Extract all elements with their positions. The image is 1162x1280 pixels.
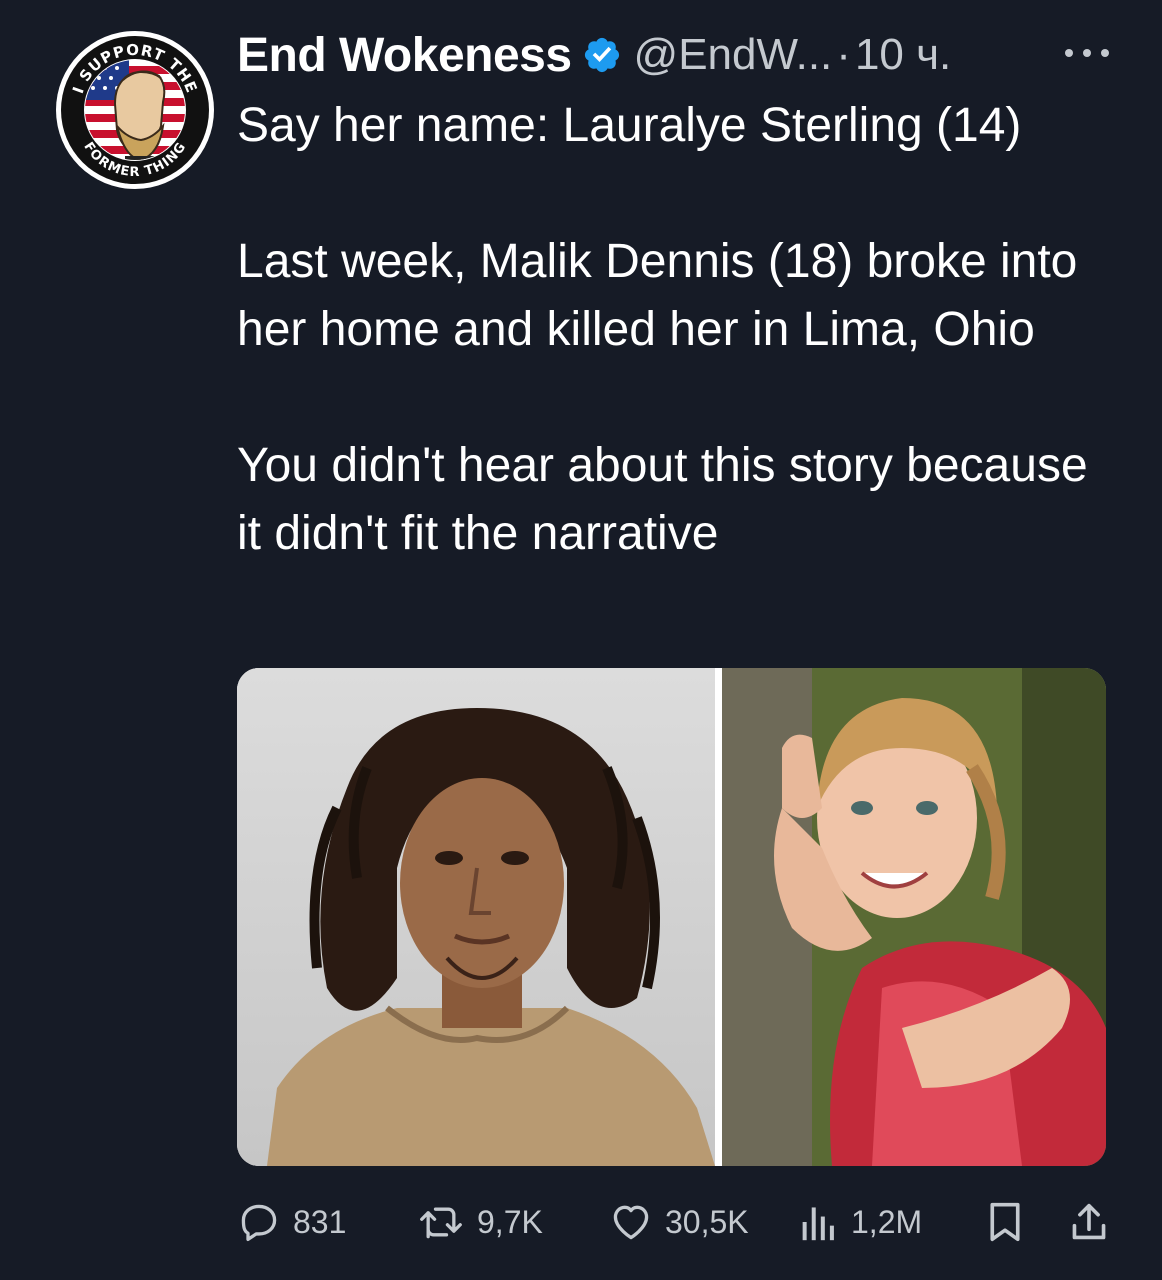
tweet-header: End Wokeness @EndW... · 10 ч. xyxy=(237,24,1117,86)
avatar[interactable]: I SUPPORT THE FORMER THING xyxy=(55,30,215,190)
chad-badge-icon: I SUPPORT THE FORMER THING xyxy=(56,31,214,189)
tweet-content: End Wokeness @EndW... · 10 ч. Say her na… xyxy=(237,24,1117,568)
views-chart-icon xyxy=(802,1207,834,1241)
tweet-text-paragraph3: You didn't hear about this story because… xyxy=(237,439,1088,560)
handle[interactable]: @EndW... xyxy=(634,30,833,80)
bookmark-icon xyxy=(990,1202,1020,1242)
share-icon xyxy=(1072,1203,1106,1240)
like-count: 30,5K xyxy=(665,1203,749,1240)
media-grid xyxy=(237,668,1106,1166)
views-button[interactable]: 1,2M xyxy=(799,1198,922,1246)
reply-icon xyxy=(241,1204,277,1242)
media-photo-1[interactable] xyxy=(237,668,715,1166)
more-options-icon[interactable] xyxy=(1057,38,1117,68)
tweet-text-line1: Say her name: Lauralye Sterling (14) xyxy=(237,99,1022,152)
portrait-photo-icon xyxy=(722,668,1106,1166)
bookmark-button[interactable] xyxy=(985,1198,1025,1246)
retweet-icon xyxy=(420,1207,462,1239)
display-name[interactable]: End Wokeness xyxy=(237,28,572,83)
reply-count: 831 xyxy=(293,1203,347,1240)
heart-icon xyxy=(613,1205,649,1240)
action-bar: 831 9,7K 30,5K 1,2M xyxy=(237,1198,1107,1246)
share-button[interactable] xyxy=(1069,1198,1109,1246)
reply-button[interactable]: 831 xyxy=(237,1198,346,1246)
mugshot-photo-icon xyxy=(237,668,715,1166)
retweet-count: 9,7K xyxy=(477,1203,543,1240)
timestamp[interactable]: 10 ч. xyxy=(855,30,951,80)
retweet-button[interactable]: 9,7K xyxy=(417,1198,543,1246)
views-count: 1,2M xyxy=(851,1203,923,1240)
tweet-text-paragraph2: Last week, Malik Dennis (18) broke into … xyxy=(237,235,1078,356)
tweet-text: Say her name: Lauralye Sterling (14) Las… xyxy=(237,92,1117,568)
like-button[interactable]: 30,5K xyxy=(609,1198,749,1246)
media-photo-2[interactable] xyxy=(722,668,1106,1166)
tweet: I SUPPORT THE FORMER THING End Wokeness … xyxy=(0,0,1162,1280)
verified-badge-icon xyxy=(584,37,619,73)
separator: · xyxy=(836,30,851,79)
